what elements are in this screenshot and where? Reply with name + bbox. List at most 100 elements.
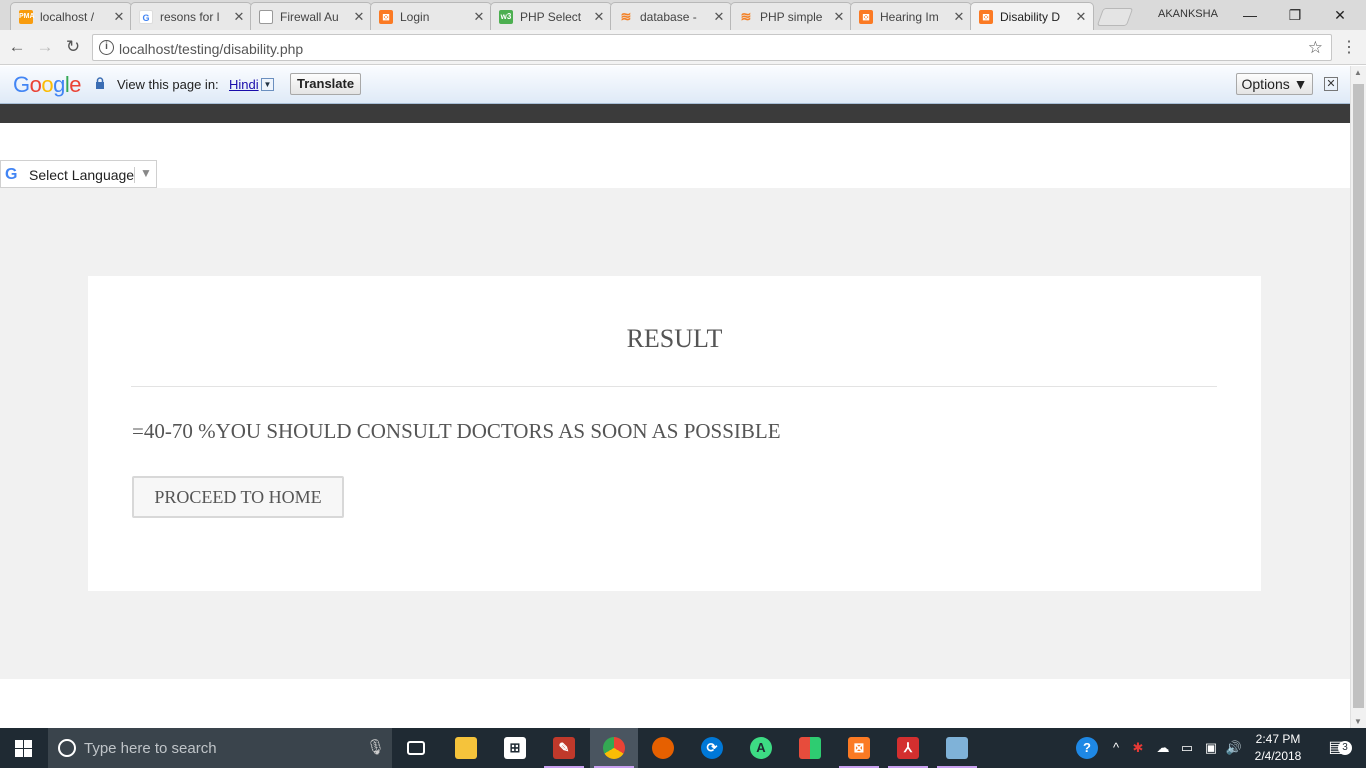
translate-button[interactable]: Translate <box>290 73 362 95</box>
language-dropdown-icon[interactable]: ▼ <box>261 78 274 91</box>
tab-label: PHP Select <box>520 9 582 24</box>
reload-icon[interactable]: ↻ <box>62 37 84 57</box>
chrome-icon[interactable] <box>590 728 638 768</box>
tab-firewall[interactable]: Firewall Au ✕ <box>250 2 372 30</box>
help-icon[interactable]: ? <box>1074 728 1100 768</box>
result-message: =40-70 %YOU SHOULD CONSULT DOCTORS AS SO… <box>132 419 781 443</box>
tab-php-select[interactable]: w3 PHP Select ✕ <box>490 2 612 30</box>
address-bar[interactable]: i localhost/testing/disability.php ☆ <box>92 34 1332 61</box>
battery-icon[interactable]: ▣ <box>1201 728 1221 768</box>
xampp-icon: ⊠ <box>979 9 993 24</box>
store-icon[interactable]: ⊞ <box>491 728 539 768</box>
google-icon: G <box>139 9 153 24</box>
acrobat-icon[interactable]: ⅄ <box>884 728 932 768</box>
stackoverflow-icon: ≋ <box>620 8 632 24</box>
close-icon[interactable]: ✕ <box>953 9 965 25</box>
microphone-icon[interactable]: 🎙 <box>366 738 385 756</box>
tab-resons[interactable]: G resons for l ✕ <box>130 2 252 30</box>
w3-icon: w3 <box>499 9 513 24</box>
back-icon[interactable]: ← <box>6 37 28 57</box>
browser-toolbar: ← → ↻ i localhost/testing/disability.php… <box>0 30 1366 65</box>
header-strip <box>0 104 1350 123</box>
tab-label: localhost / <box>40 9 95 24</box>
scroll-down-icon[interactable]: ▼ <box>1354 717 1362 726</box>
scroll-up-icon[interactable]: ▲ <box>1354 68 1362 77</box>
xampp-icon[interactable]: ⊠ <box>835 728 883 768</box>
tab-label: Firewall Au <box>280 9 339 24</box>
close-icon[interactable]: ✕ <box>233 9 245 25</box>
close-icon[interactable]: ✕ <box>353 9 365 25</box>
divider <box>134 167 135 183</box>
tab-strip: PMA localhost / ✕ G resons for l ✕ Firew… <box>0 0 1366 30</box>
task-view-icon[interactable] <box>392 728 440 768</box>
clock-time: 2:47 PM <box>1255 732 1301 746</box>
close-icon[interactable]: ✕ <box>593 9 605 25</box>
restore-icon[interactable]: ❐ <box>1275 4 1315 26</box>
close-icon[interactable]: ✕ <box>713 9 725 25</box>
select-language-widget[interactable]: G Select Language ▼ <box>0 160 157 188</box>
close-translate-icon[interactable]: ✕ <box>1324 77 1338 91</box>
language-link[interactable]: Hindi <box>229 77 259 92</box>
google-logo: Google <box>13 72 82 97</box>
tab-localhost[interactable]: PMA localhost / ✕ <box>10 2 132 30</box>
windows-start-icon[interactable] <box>0 728 48 768</box>
system-clock[interactable]: 2:47 PM 2/4/2018 <box>1248 731 1308 765</box>
profile-name[interactable]: AKANKSHA <box>1158 8 1218 20</box>
close-icon[interactable]: ✕ <box>113 9 125 25</box>
view-page-text: View this page in: <box>117 77 219 92</box>
url-text[interactable]: localhost/testing/disability.php <box>119 41 303 57</box>
close-icon[interactable]: ✕ <box>833 9 845 25</box>
close-window-icon[interactable]: ✕ <box>1320 4 1360 26</box>
firefox-icon[interactable] <box>639 728 687 768</box>
lock-icon <box>96 77 104 89</box>
scrollbar[interactable]: ▲ ▼ <box>1350 66 1366 728</box>
display-icon[interactable]: ▭ <box>1177 728 1197 768</box>
tab-php-simple[interactable]: ≋ PHP simple ✕ <box>730 2 852 30</box>
sync-icon[interactable]: ⟳ <box>688 728 736 768</box>
notepad-icon[interactable] <box>933 728 981 768</box>
select-language-label: Select Language <box>29 167 135 183</box>
app-grid-icon[interactable] <box>786 728 834 768</box>
page-viewport: G Select Language ▼ RESULT =40-70 %YOU S… <box>0 104 1350 728</box>
app-icon[interactable]: ✎ <box>540 728 588 768</box>
volume-icon[interactable]: 🔊 <box>1224 728 1244 768</box>
options-button[interactable]: Options ▼ <box>1236 73 1313 95</box>
show-hidden-icons-icon[interactable]: ^ <box>1106 728 1126 768</box>
tab-database[interactable]: ≋ database - ✕ <box>610 2 732 30</box>
tab-disability[interactable]: ⊠ Disability D ✕ <box>970 2 1094 30</box>
tab-label: PHP simple <box>760 9 823 24</box>
bookmark-star-icon[interactable]: ☆ <box>1308 38 1323 58</box>
info-icon[interactable]: i <box>99 40 114 55</box>
file-explorer-icon[interactable] <box>442 728 490 768</box>
taskbar-search[interactable]: Type here to search 🎙 <box>48 728 392 768</box>
tab-login[interactable]: ⊠ Login ✕ <box>370 2 492 30</box>
action-center-icon[interactable]: ▤ 3 <box>1318 728 1354 768</box>
page-icon <box>259 9 273 24</box>
close-icon[interactable]: ✕ <box>1075 9 1087 25</box>
tab-label: Login <box>400 9 430 24</box>
tab-label: Hearing Im <box>880 9 939 24</box>
proceed-home-button[interactable]: PROCEED TO HOME <box>132 476 344 518</box>
onedrive-icon[interactable]: ☁ <box>1152 728 1174 768</box>
tab-label: resons for l <box>160 9 220 24</box>
divider <box>131 386 1217 387</box>
tab-hearing[interactable]: ⊠ Hearing Im ✕ <box>850 2 972 30</box>
menu-icon[interactable]: ⋮ <box>1341 37 1357 57</box>
stackoverflow-icon: ≋ <box>740 8 752 24</box>
notification-badge: 3 <box>1338 741 1352 755</box>
tab-label: database - <box>640 9 697 24</box>
result-title: RESULT <box>626 324 723 353</box>
result-card: RESULT =40-70 %YOU SHOULD CONSULT DOCTOR… <box>88 276 1261 591</box>
xampp-icon: ⊠ <box>379 9 393 24</box>
minimize-icon[interactable]: — <box>1230 4 1270 26</box>
search-placeholder: Type here to search <box>84 740 217 757</box>
google-g-icon: G <box>5 166 18 183</box>
close-icon[interactable]: ✕ <box>473 9 485 25</box>
content-background: RESULT =40-70 %YOU SHOULD CONSULT DOCTOR… <box>0 188 1350 679</box>
network-alert-icon[interactable]: ✱ <box>1128 728 1148 768</box>
forward-icon[interactable]: → <box>34 37 56 57</box>
scrollbar-thumb[interactable] <box>1353 84 1364 708</box>
new-tab-button[interactable] <box>1096 8 1134 26</box>
taskbar: Type here to search 🎙 ⊞ ✎ ⟳ A ⊠ ⅄ ? ^ ✱ … <box>0 728 1366 768</box>
android-studio-icon[interactable]: A <box>737 728 785 768</box>
